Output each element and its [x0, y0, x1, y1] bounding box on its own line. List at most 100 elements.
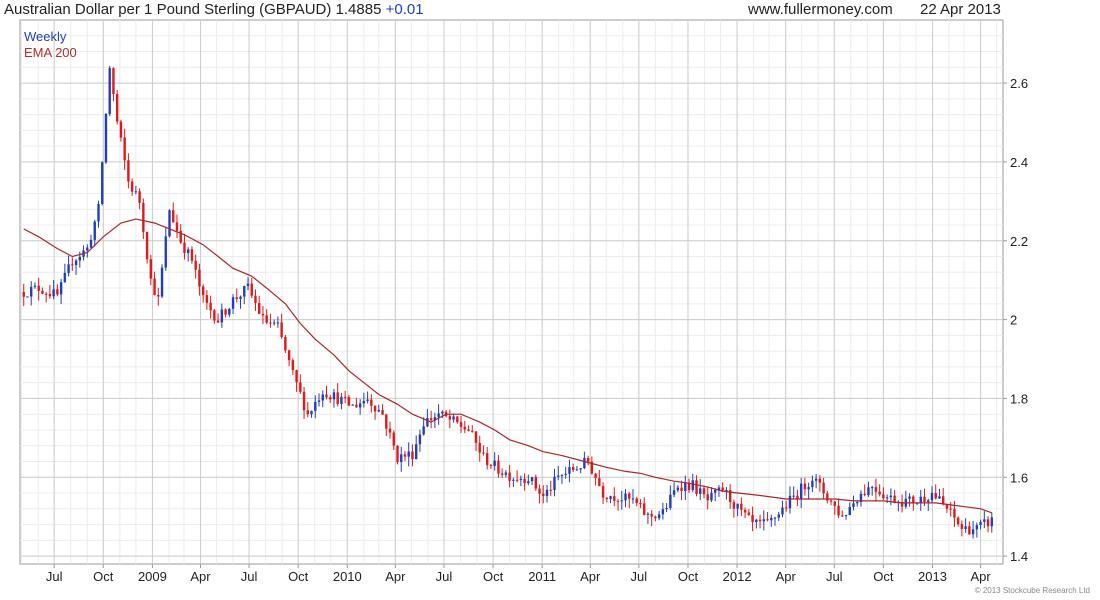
candle-body — [287, 350, 291, 361]
candle-body — [228, 308, 231, 315]
candle-body — [642, 503, 646, 515]
candle-body — [571, 467, 575, 471]
candle-body — [302, 391, 306, 411]
candle-body — [482, 452, 485, 454]
candle-body — [306, 410, 309, 415]
candle-body — [743, 509, 747, 513]
candle-body — [160, 267, 164, 297]
candle-body — [261, 313, 265, 316]
candle-body — [792, 495, 795, 497]
candle-body — [414, 444, 418, 460]
x-tick-label: Oct — [483, 569, 504, 584]
candle-body — [317, 400, 321, 402]
candle-body — [355, 404, 358, 408]
candle-body — [269, 322, 272, 324]
candle-body — [624, 493, 627, 501]
candle-body — [732, 502, 736, 509]
candle-body — [863, 493, 866, 496]
candle-body — [971, 529, 975, 535]
candle-body — [426, 418, 429, 427]
candle-body — [669, 494, 672, 508]
candle-body — [429, 418, 433, 421]
candle-body — [631, 498, 635, 500]
x-tick-label: 2009 — [138, 569, 167, 584]
candle-body — [343, 396, 347, 398]
candle-body — [628, 493, 631, 499]
y-tick-label: 1.8 — [1010, 391, 1028, 406]
candle-body — [986, 519, 990, 527]
candle-body — [299, 382, 302, 392]
candle-body — [37, 285, 40, 291]
candle-body — [560, 474, 564, 476]
y-tick-label: 2.2 — [1010, 234, 1028, 249]
candle-body — [272, 322, 276, 324]
candle-body — [695, 480, 698, 494]
x-tick-label: Apr — [190, 569, 211, 584]
candle-body — [321, 394, 324, 401]
candle-body — [441, 411, 444, 414]
candle-body — [721, 487, 724, 491]
y-tick-label: 1.4 — [1010, 549, 1028, 564]
candle-body — [104, 113, 108, 163]
candle-body — [209, 302, 212, 311]
candle-body — [751, 514, 754, 523]
candle-body — [325, 394, 328, 398]
candle-body — [157, 295, 160, 297]
candle-body — [172, 210, 175, 223]
candle-body — [665, 507, 668, 510]
candle-body — [500, 473, 504, 475]
candle-body — [508, 472, 511, 481]
candle-body — [557, 475, 560, 477]
candle-body — [411, 451, 414, 460]
candle-body — [807, 487, 810, 490]
candle-body — [885, 497, 889, 499]
x-axis: Jul Oct 2009 Apr Jul Oct 2010 Apr Jul Oct 2011 Apr J… — [46, 564, 991, 584]
candle-body — [213, 310, 216, 321]
candle-body — [549, 489, 552, 491]
candle-body — [108, 68, 111, 114]
candle-body — [725, 489, 728, 491]
candle-body — [874, 487, 878, 492]
candle-body — [781, 507, 784, 515]
candle-body — [527, 481, 530, 484]
candle-body — [934, 492, 937, 499]
candle-body — [714, 490, 717, 493]
x-tick-label: 2012 — [723, 569, 752, 584]
candle-body — [609, 496, 612, 500]
candle-body — [112, 68, 115, 95]
candle-body — [437, 413, 440, 418]
candle-body — [515, 479, 519, 481]
candle-body — [856, 502, 859, 504]
candle-body — [956, 517, 960, 525]
candle-body — [968, 526, 971, 535]
candle-body — [844, 514, 848, 516]
candle-body — [44, 293, 48, 295]
candle-body — [605, 497, 609, 500]
x-tick-label: Apr — [970, 569, 991, 584]
candle-body — [523, 478, 526, 484]
candle-body — [601, 486, 605, 498]
candle-body — [542, 493, 545, 497]
x-tick-label: Apr — [776, 569, 797, 584]
candle-body — [358, 403, 362, 408]
x-tick-label: Oct — [288, 569, 309, 584]
candle-body — [258, 303, 261, 314]
candle-body — [89, 239, 93, 248]
candle-body — [568, 467, 571, 474]
candle-body — [115, 94, 119, 122]
candle-body — [463, 426, 466, 430]
candle-body — [280, 322, 283, 337]
candle-body — [235, 297, 238, 299]
x-tick-label: Apr — [385, 569, 406, 584]
candle-body — [392, 432, 395, 446]
candle-body — [74, 260, 78, 266]
candle-body — [351, 404, 354, 406]
candle-body — [291, 360, 295, 371]
candle-body — [407, 451, 410, 457]
candle-body — [919, 496, 922, 503]
candlestick-chart: 1.4 1.6 1.8 2 2.2 2.4 2.6 Jul Oct 2009 Apr Jul Oct 2… — [19, 19, 1028, 584]
x-tick-label: Oct — [93, 569, 114, 584]
candle-body — [878, 491, 881, 495]
candle-body — [67, 264, 70, 273]
candle-body — [388, 428, 392, 433]
